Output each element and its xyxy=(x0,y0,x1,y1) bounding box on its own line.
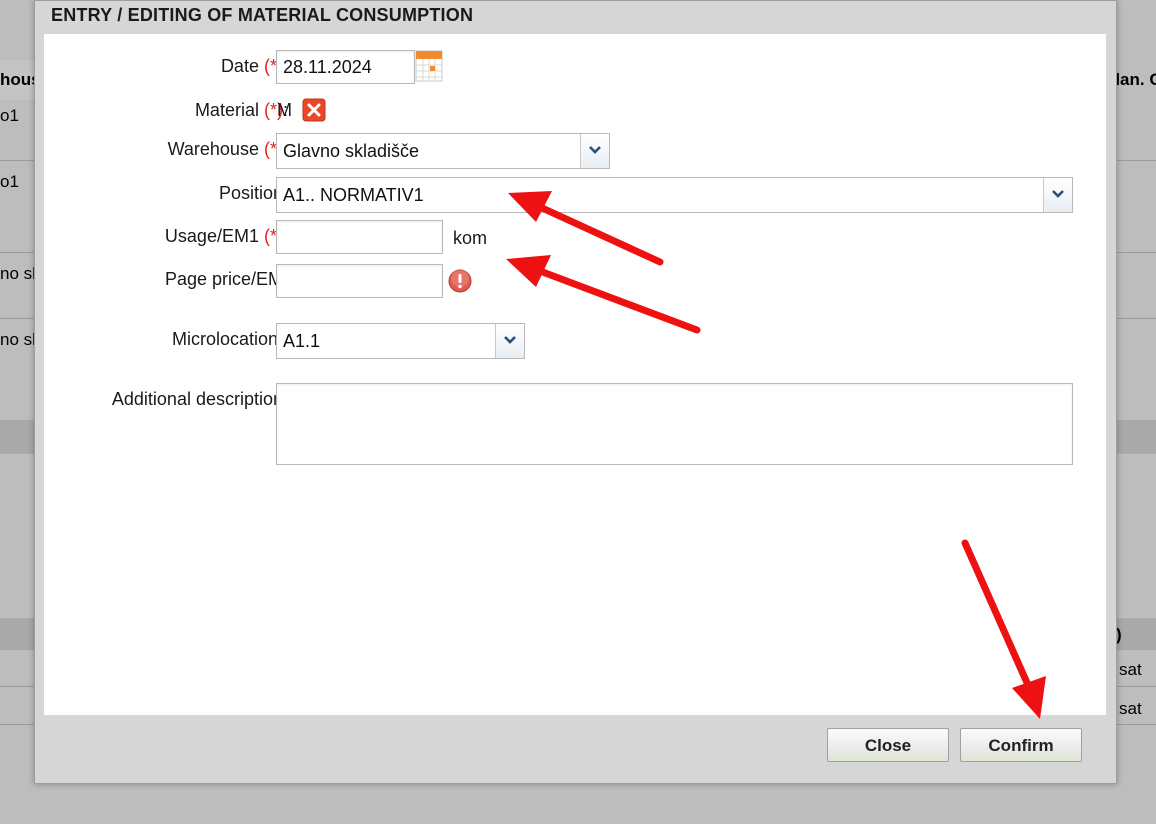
material-consumption-dialog: ENTRY / EDITING OF MATERIAL CONSUMPTION … xyxy=(34,0,1117,784)
bg-divider xyxy=(1116,724,1156,725)
description-textarea[interactable] xyxy=(276,383,1073,465)
usage-input[interactable] xyxy=(276,220,443,254)
bg-divider xyxy=(1116,252,1156,253)
bg-band xyxy=(1116,420,1156,454)
bg-cell: o1 xyxy=(0,106,19,125)
bg-divider xyxy=(0,160,34,161)
bg-band xyxy=(0,420,34,454)
warehouse-select-value: Glavno skladišče xyxy=(283,141,420,161)
confirm-button[interactable]: Confirm xyxy=(960,728,1082,762)
chevron-down-icon[interactable] xyxy=(1043,178,1072,212)
position-select[interactable]: A1.. NORMATIV1 xyxy=(276,177,1073,213)
bg-divider xyxy=(1116,318,1156,319)
warning-icon xyxy=(448,269,472,293)
bg-cell: o1 xyxy=(0,172,19,191)
dialog-body: Date (*): 28.11.2024 Material (*): M xyxy=(44,34,1106,715)
warehouse-label-text: Warehouse xyxy=(167,139,259,159)
date-input[interactable]: 28.11.2024 xyxy=(276,50,415,84)
usage-label: Usage/EM1 (*): xyxy=(165,226,288,247)
chevron-down-icon[interactable] xyxy=(495,324,524,358)
bg-divider xyxy=(0,252,34,253)
bg-band xyxy=(1116,618,1156,650)
material-label-text: Material xyxy=(194,100,259,120)
dialog-title: ENTRY / EDITING OF MATERIAL CONSUMPTION xyxy=(51,5,474,25)
chevron-down-icon[interactable] xyxy=(580,134,609,168)
bg-band xyxy=(0,618,34,650)
usage-label-text: Usage/EM1 xyxy=(164,226,259,246)
warehouse-label: Warehouse (*): xyxy=(168,139,288,160)
bg-divider xyxy=(0,318,34,319)
bg-cell: sat xyxy=(1119,660,1142,679)
usage-unit: kom xyxy=(453,228,488,248)
bg-divider xyxy=(0,686,34,687)
position-select-value: A1.. NORMATIV1 xyxy=(283,185,424,205)
bg-divider xyxy=(0,724,34,725)
close-button[interactable]: Close xyxy=(827,728,949,762)
microlocation-label: Microlocation : xyxy=(171,329,288,349)
date-label-text: Date xyxy=(220,56,259,76)
description-label: Additional description: xyxy=(111,389,288,409)
material-label: Material (*): xyxy=(194,100,288,120)
microlocation-select-value: A1.1 xyxy=(283,331,321,351)
warehouse-select[interactable]: Glavno skladišče xyxy=(276,133,610,169)
clear-material-icon[interactable] xyxy=(302,98,326,122)
bg-divider xyxy=(1116,686,1156,687)
page-price-label: Page price/EM: xyxy=(164,269,288,289)
bg-divider xyxy=(1116,160,1156,161)
microlocation-select[interactable]: A1.1 xyxy=(276,323,525,359)
page-price-input[interactable] xyxy=(276,264,443,298)
material-value: M xyxy=(277,100,292,120)
calendar-icon[interactable] xyxy=(415,49,443,83)
bg-cell: sat xyxy=(1119,699,1142,718)
